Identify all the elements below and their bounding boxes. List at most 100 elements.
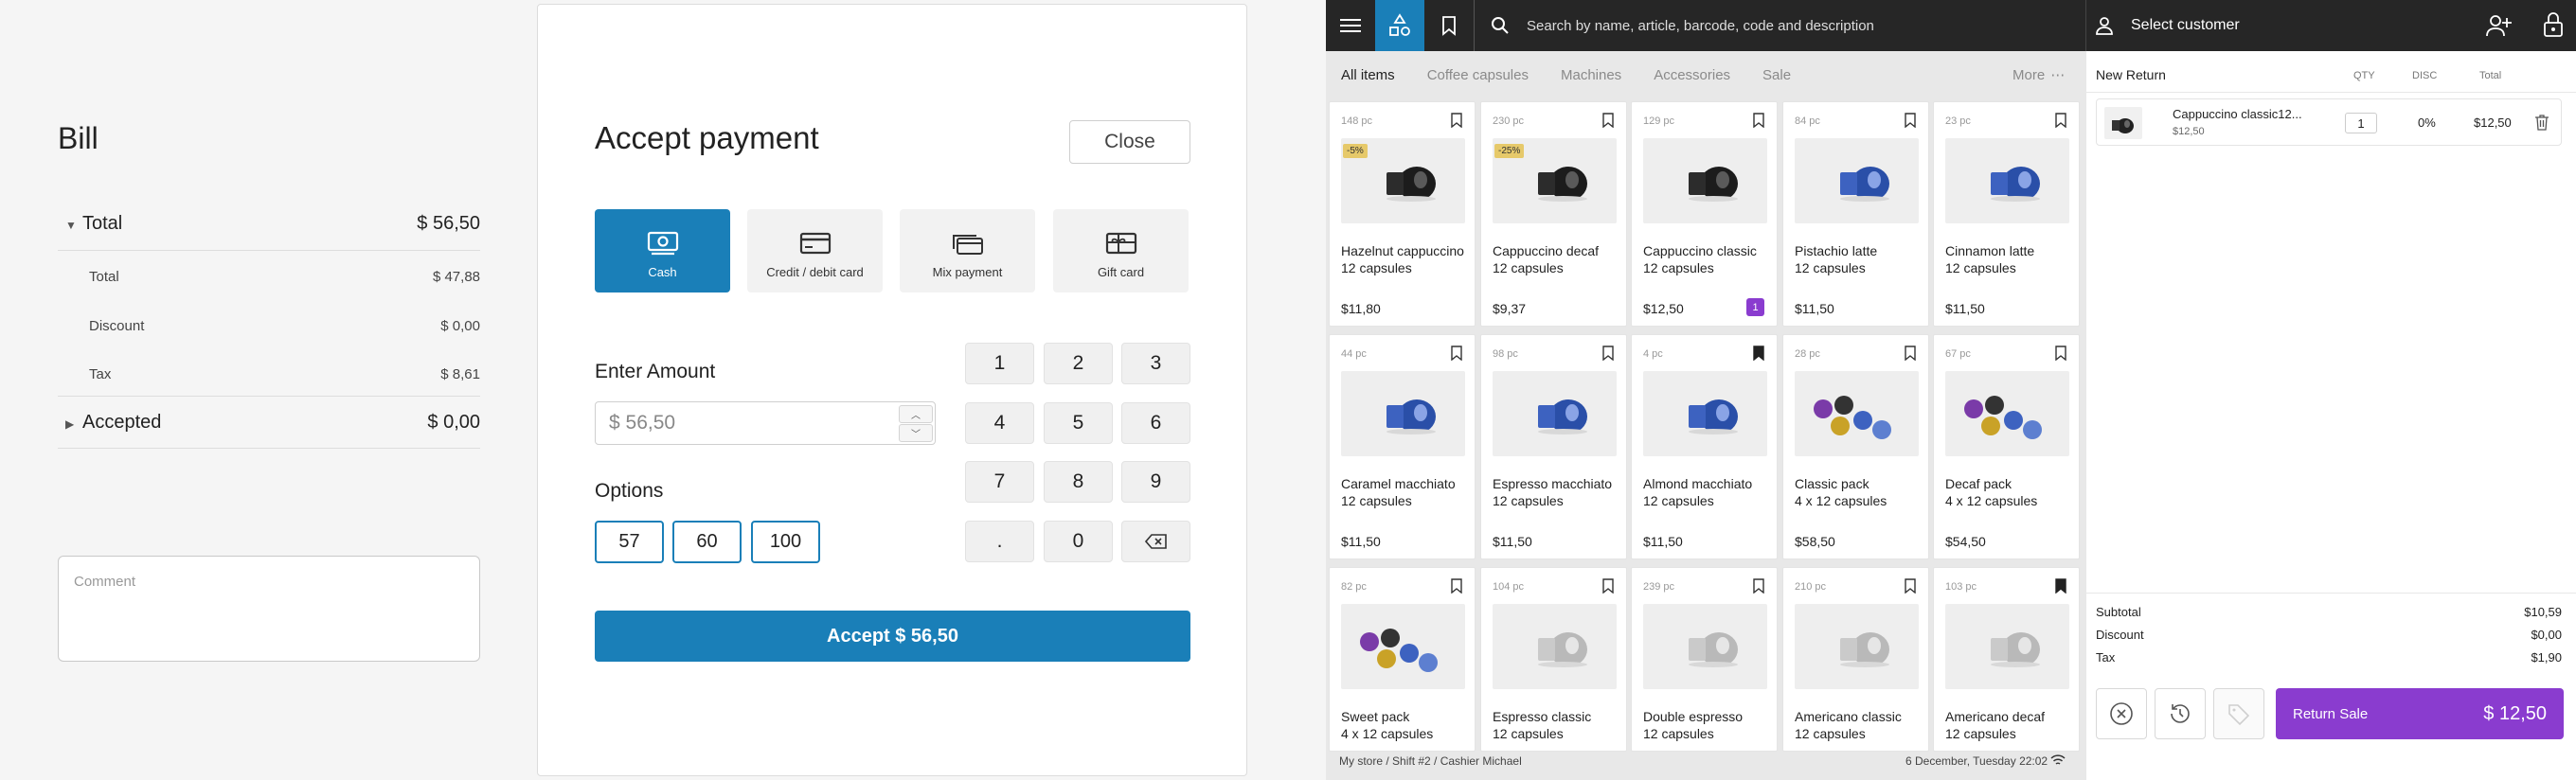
lock-button[interactable] [2543, 11, 2564, 43]
product-card[interactable]: 82 pc Sweet pack 4 x 12 capsules [1329, 567, 1476, 752]
delete-item-button[interactable] [2534, 114, 2549, 135]
catalog-view-button[interactable] [1375, 0, 1424, 51]
more-tabs-button[interactable]: More ⋯ [2012, 51, 2066, 98]
search-button[interactable] [1477, 0, 1523, 51]
bookmark-button[interactable] [1602, 113, 1614, 133]
bill-title: Bill [58, 121, 98, 155]
history-button[interactable] [2155, 688, 2206, 739]
bookmark-button[interactable] [1451, 578, 1462, 598]
cart-item-discount[interactable]: 0% [2418, 115, 2436, 130]
add-customer-button[interactable] [2486, 14, 2513, 42]
product-name-line1: Classic pack [1795, 476, 1869, 491]
cart-line-item[interactable]: Cappuccino classic12... $12,50 1 0% $12,… [2096, 98, 2562, 146]
accept-payment-button[interactable]: Accept $ 56,50 [595, 611, 1190, 662]
return-sale-label: Return Sale [2293, 705, 2369, 722]
product-card[interactable]: 28 pc Classic pack 4 x 12 capsules $58,50 [1782, 334, 1929, 559]
payment-method-mix[interactable]: Mix payment [900, 209, 1035, 292]
options-label: Options [595, 480, 664, 502]
product-price: $58,50 [1795, 534, 1835, 549]
amount-input[interactable]: $ 56,50 [595, 401, 936, 445]
bookmark-button[interactable] [1905, 346, 1916, 365]
payment-method-cash[interactable]: Cash [595, 209, 730, 292]
product-stock: 82 pc [1341, 581, 1367, 593]
bookmarks-button[interactable] [1424, 0, 1474, 51]
product-stock: 44 pc [1341, 348, 1367, 360]
keypad-7[interactable]: 7 [965, 461, 1034, 503]
bookmark-button[interactable] [1905, 113, 1916, 133]
cart-item-name: Cappuccino classic12... [2173, 107, 2302, 121]
bookmark-button[interactable] [2055, 346, 2066, 365]
keypad-8[interactable]: 8 [1044, 461, 1113, 503]
product-image [1795, 138, 1919, 223]
keypad-decimal[interactable]: . [965, 521, 1034, 562]
product-card[interactable]: 103 pc Americano decaf 12 capsules [1933, 567, 2080, 752]
keypad-4[interactable]: 4 [965, 402, 1034, 444]
bill-accepted-label: Accepted [82, 411, 162, 433]
menu-button[interactable] [1326, 0, 1375, 51]
return-sale-button[interactable]: Return Sale $ 12,50 [2276, 688, 2564, 739]
bookmark-button[interactable] [1905, 578, 1916, 598]
product-card[interactable]: 239 pc Double espresso 12 capsules [1631, 567, 1778, 752]
amount-decrement-button[interactable]: ﹀ [899, 424, 933, 442]
product-card[interactable]: 104 pc Espresso classic 12 capsules [1480, 567, 1627, 752]
keypad-6[interactable]: 6 [1121, 402, 1190, 444]
bookmark-button[interactable] [1602, 346, 1614, 365]
payment-method-label: Cash [648, 265, 677, 279]
tab-all-items[interactable]: All items [1341, 67, 1395, 83]
close-button[interactable]: Close [1069, 120, 1190, 164]
product-card[interactable]: 98 pc Espresso macchiato 12 capsules $11,50 [1480, 334, 1627, 559]
cart-item-qty[interactable]: 1 [2345, 113, 2377, 133]
keypad-backspace[interactable] [1121, 521, 1190, 562]
keypad-2[interactable]: 2 [1044, 343, 1113, 384]
bookmark-button[interactable] [2055, 578, 2066, 598]
product-card[interactable]: 4 pc Almond macchiato 12 capsules $11,50 [1631, 334, 1778, 559]
search-input[interactable]: Search by name, article, barcode, code a… [1527, 0, 1874, 51]
store-shift-info: My store / Shift #2 / Cashier Michael [1339, 754, 1522, 768]
product-card[interactable]: 23 pc Cinnamon latte 12 capsules $11,50 [1933, 101, 2080, 327]
tab-accessories[interactable]: Accessories [1654, 67, 1730, 83]
payment-method-card[interactable]: Credit / debit card [747, 209, 883, 292]
comment-field[interactable]: Comment [58, 556, 480, 662]
amount-increment-button[interactable]: ︿ [899, 405, 933, 423]
bookmark-icon [1602, 113, 1614, 129]
option-57-button[interactable]: 57 [595, 521, 664, 563]
product-card[interactable]: 67 pc Decaf pack 4 x 12 capsules $54,50 [1933, 334, 2080, 559]
keypad-3[interactable]: 3 [1121, 343, 1190, 384]
select-customer-button[interactable]: Select customer [2131, 0, 2240, 51]
shapes-icon [1389, 13, 1410, 36]
product-card[interactable]: 84 pc Pistachio latte 12 capsules $11,50 [1782, 101, 1929, 327]
tab-machines[interactable]: Machines [1561, 67, 1621, 83]
product-card[interactable]: 129 pc Cappuccino classic 12 capsules $12,5… [1631, 101, 1778, 327]
product-card[interactable]: 230 pc -25% Cappuccino decaf 12 capsules $9,… [1480, 101, 1627, 327]
product-image: -25% [1493, 138, 1617, 223]
keypad-5[interactable]: 5 [1044, 402, 1113, 444]
bookmark-button[interactable] [1602, 578, 1614, 598]
bookmark-button[interactable] [1753, 346, 1764, 365]
keypad-9[interactable]: 9 [1121, 461, 1190, 503]
bookmark-button[interactable] [1451, 346, 1462, 365]
payment-method-gift-card[interactable]: Gift card [1053, 209, 1189, 292]
product-card[interactable]: 148 pc -5% Hazelnut cappuccino 12 capsules $… [1329, 101, 1476, 327]
product-price: $11,50 [1341, 534, 1381, 549]
option-100-button[interactable]: 100 [751, 521, 820, 563]
product-name: Classic pack 4 x 12 capsules [1795, 475, 1927, 509]
product-name-line1: Cappuccino classic [1643, 243, 1757, 258]
apply-tag-button[interactable] [2213, 688, 2264, 739]
bill-total-row[interactable]: ▼ Total $ 56,50 [58, 197, 480, 250]
product-image [1945, 138, 2069, 223]
product-card[interactable]: 210 pc Americano classic 12 capsules [1782, 567, 1929, 752]
keypad-1[interactable]: 1 [965, 343, 1034, 384]
bookmark-button[interactable] [2055, 113, 2066, 133]
keypad-0[interactable]: 0 [1044, 521, 1113, 562]
cancel-sale-button[interactable] [2096, 688, 2147, 739]
bookmark-button[interactable] [1753, 578, 1764, 598]
product-image [1341, 371, 1465, 456]
bill-accepted-row[interactable]: ▶ Accepted $ 0,00 [58, 396, 480, 449]
option-60-button[interactable]: 60 [672, 521, 742, 563]
product-card[interactable]: 44 pc Caramel macchiato 12 capsules $11,50 [1329, 334, 1476, 559]
bookmark-button[interactable] [1451, 113, 1462, 133]
tab-coffee-capsules[interactable]: Coffee capsules [1427, 67, 1529, 83]
bookmark-button[interactable] [1753, 113, 1764, 133]
bookmark-icon [1451, 346, 1462, 362]
tab-sale[interactable]: Sale [1762, 67, 1791, 83]
